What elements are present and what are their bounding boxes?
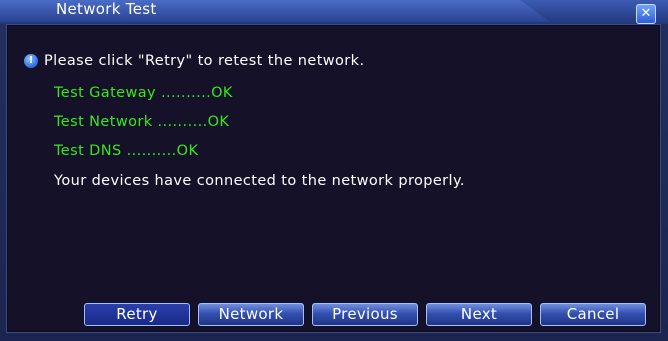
info-icon: ! xyxy=(24,54,38,68)
cancel-button[interactable]: Cancel xyxy=(540,303,646,326)
window-title: Network Test xyxy=(56,0,157,18)
network-test-dialog: Network Test ✕ ! Please click "Retry" to… xyxy=(0,0,668,341)
test-network-result: Test Network ..........OK xyxy=(54,114,230,130)
summary-text: Your devices have connected to the netwo… xyxy=(54,173,465,189)
test-dns-result: Test DNS ..........OK xyxy=(54,143,199,159)
previous-button[interactable]: Previous xyxy=(312,303,418,326)
network-button[interactable]: Network xyxy=(198,303,304,326)
info-text: Please click "Retry" to retest the netwo… xyxy=(44,53,365,69)
close-icon[interactable]: ✕ xyxy=(636,4,656,24)
next-button[interactable]: Next xyxy=(426,303,532,326)
test-gateway-result: Test Gateway ..........OK xyxy=(54,85,233,101)
title-bar: Network Test ✕ xyxy=(0,0,668,24)
retry-button[interactable]: Retry xyxy=(84,303,190,326)
info-message: ! Please click "Retry" to retest the net… xyxy=(24,51,364,71)
